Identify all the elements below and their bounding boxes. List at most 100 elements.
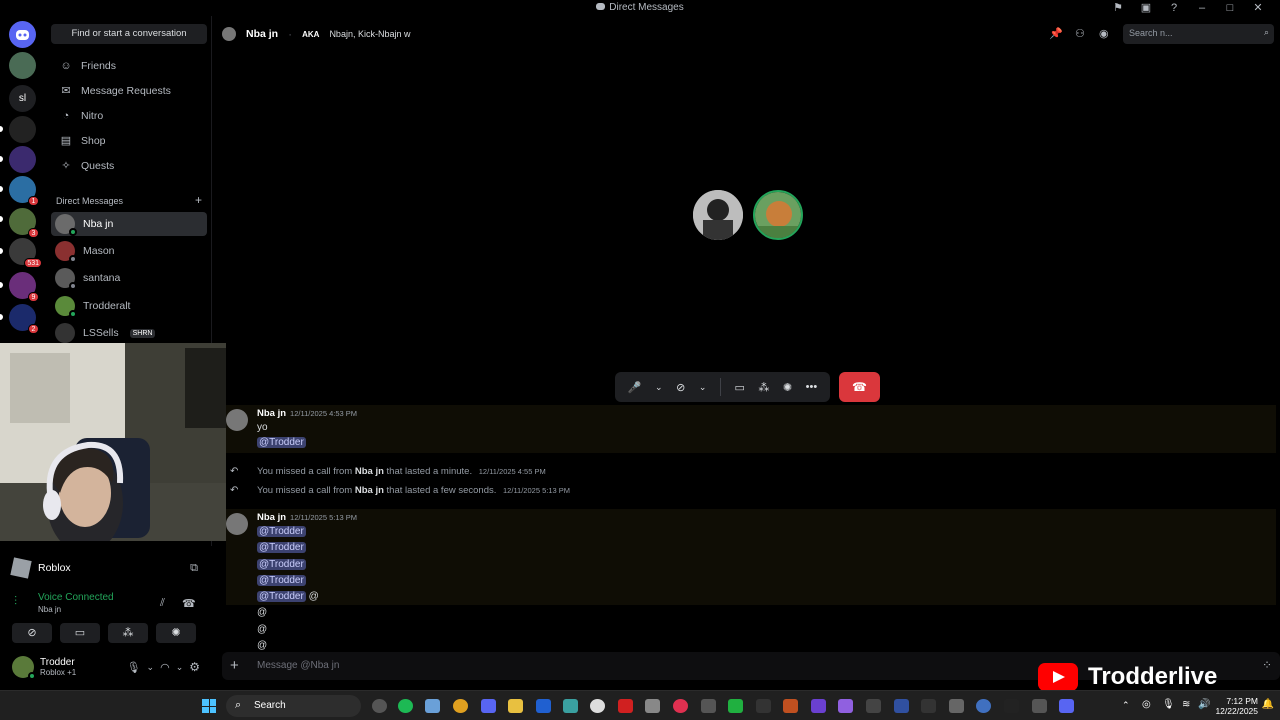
find-conversation-button[interactable]: Find or start a conversation [51,24,207,44]
screen-share-button[interactable]: ▭ [60,623,100,643]
taskbar-app-icon[interactable] [756,699,771,713]
chevron-down-icon[interactable]: ⌄ [699,382,707,393]
nav-friends[interactable]: ☺ Friends [51,55,207,77]
voice-status[interactable]: Voice Connected [38,592,114,603]
activities-button[interactable]: ⁂ [758,381,769,394]
create-dm-button[interactable]: + [195,194,202,206]
maximize-button[interactable]: □ [1216,1,1244,15]
server-icon[interactable] [9,146,36,173]
user-mention[interactable]: @Trodder [257,575,306,586]
dm-item-santana[interactable]: santana [51,266,207,290]
camera-off-button[interactable]: ⊘ [676,381,685,394]
taskbar-app-icon[interactable] [701,699,716,713]
activity-panel[interactable]: Roblox ⧉ [6,556,206,580]
nav-shop[interactable]: ▤ Shop [51,130,207,152]
taskbar-app-icon[interactable] [673,699,688,713]
soundboard-button[interactable]: ✺ [783,381,792,394]
disconnect-icon[interactable]: ☎ [182,597,196,610]
start-button[interactable] [202,699,216,713]
taskbar-app-icon[interactable] [811,699,826,713]
user-mention[interactable]: @Trodder [257,526,306,537]
caller-name[interactable]: Nba jn [355,485,384,496]
message-input[interactable]: Message @Nba jn [257,660,339,671]
dm-item-trodderalt[interactable]: Trodderalt [51,294,207,318]
server-icon[interactable]: 2 [9,304,39,334]
more-button[interactable]: ••• [806,381,818,393]
apps-icon[interactable]: ⁘ [1262,658,1272,672]
home-button[interactable] [9,21,36,48]
server-icon[interactable]: 531 [9,238,42,268]
screen-share-button[interactable]: ▭ [734,381,744,394]
microphone-icon[interactable]: 🎙 [1162,699,1175,710]
spotify-icon[interactable] [398,699,413,713]
server-icon[interactable]: 1 [9,176,39,206]
author-avatar[interactable] [226,513,248,535]
message-author[interactable]: Nba jn [257,408,286,419]
nav-message-requests[interactable]: ✉ Message Requests [51,80,207,102]
taskbar-app-icon[interactable] [1059,699,1074,713]
taskbar-app-icon[interactable] [838,699,853,713]
taskbar-app-icon[interactable] [1032,699,1047,713]
taskbar-app-icon[interactable] [783,699,798,713]
notification-bell-icon[interactable]: 🔔 [1262,699,1274,710]
flag-icon[interactable]: ⚑ [1104,1,1132,15]
call-participant-avatar[interactable] [693,190,743,240]
chrome-icon[interactable] [453,699,468,713]
chevron-up-icon[interactable]: ⌃ [1122,700,1130,711]
user-mention[interactable]: @Trodder [257,437,306,448]
attach-button[interactable]: + [230,657,239,674]
disconnect-call-button[interactable]: ☎ [839,372,880,402]
help-icon[interactable]: ? [1160,1,1188,15]
taskbar-app-icon[interactable] [728,699,743,713]
taskbar-app-icon[interactable] [976,699,991,713]
wifi-icon[interactable]: ≋ [1182,699,1190,710]
file-explorer-icon[interactable] [508,699,523,713]
minimize-button[interactable]: – [1188,1,1216,15]
server-icon[interactable] [9,52,36,79]
taskbar-app-icon[interactable] [949,699,964,713]
taskbar-app-icon[interactable] [1004,699,1019,713]
dm-item-mason[interactable]: Mason [51,239,207,263]
taskbar-app-icon[interactable] [866,699,881,713]
taskbar-app-icon[interactable] [921,699,936,713]
taskbar-clock[interactable]: 7:12 PM 12/22/2025 [1215,696,1258,716]
taskbar-app-icon[interactable] [645,699,660,713]
volume-icon[interactable]: 🔊 [1198,699,1210,710]
server-icon[interactable]: 9 [9,272,39,302]
soundboard-button[interactable]: ✺ [156,623,196,643]
taskbar-app-icon[interactable] [618,699,633,713]
user-avatar[interactable] [12,656,36,680]
inbox-icon[interactable]: ▣ [1132,1,1160,15]
chevron-down-icon[interactable]: ⌄ [655,382,663,393]
user-mention[interactable]: @Trodder [257,559,306,570]
taskbar-app-icon[interactable] [425,699,440,713]
caller-name[interactable]: Nba jn [355,466,384,477]
server-icon[interactable]: 3 [9,208,39,238]
user-profile-icon[interactable]: ◉ [1099,27,1109,40]
server-icon-sl[interactable]: sl [9,85,36,112]
taskbar-app-icon[interactable] [372,699,387,713]
author-avatar[interactable] [226,409,248,431]
edge-icon[interactable] [536,699,551,713]
nav-quests[interactable]: ✧ Quests [51,155,207,177]
server-icon[interactable] [9,116,36,143]
search-input[interactable]: Search n... ⌕ [1123,24,1274,44]
user-mention[interactable]: @Trodder [257,591,306,602]
dm-item-nba-jn[interactable]: Nba jn [51,212,207,236]
camera-button[interactable]: ⊘ [12,623,52,643]
discord-icon[interactable] [481,699,496,713]
taskbar-app-icon[interactable] [563,699,578,713]
call-participant-avatar-speaking[interactable] [753,190,803,240]
close-button[interactable]: ✕ [1244,1,1272,15]
headphones-icon[interactable]: ◠ [160,661,170,674]
dm-item-lssells[interactable]: LSSells SHRN [51,321,207,345]
voice-channel[interactable]: Nba jn [38,605,61,614]
nav-nitro[interactable]: ◔ Nitro [51,105,207,127]
microphone-icon[interactable]: 🎙 [127,661,141,674]
taskbar-app-icon[interactable] [894,699,909,713]
pin-icon[interactable]: 📌 [1049,27,1063,40]
activities-button[interactable]: ⁂ [108,623,148,643]
add-friends-icon[interactable]: ⚇ [1075,27,1085,40]
message-author[interactable]: Nba jn [257,512,286,523]
chevron-down-icon[interactable]: ⌄ [147,662,155,673]
